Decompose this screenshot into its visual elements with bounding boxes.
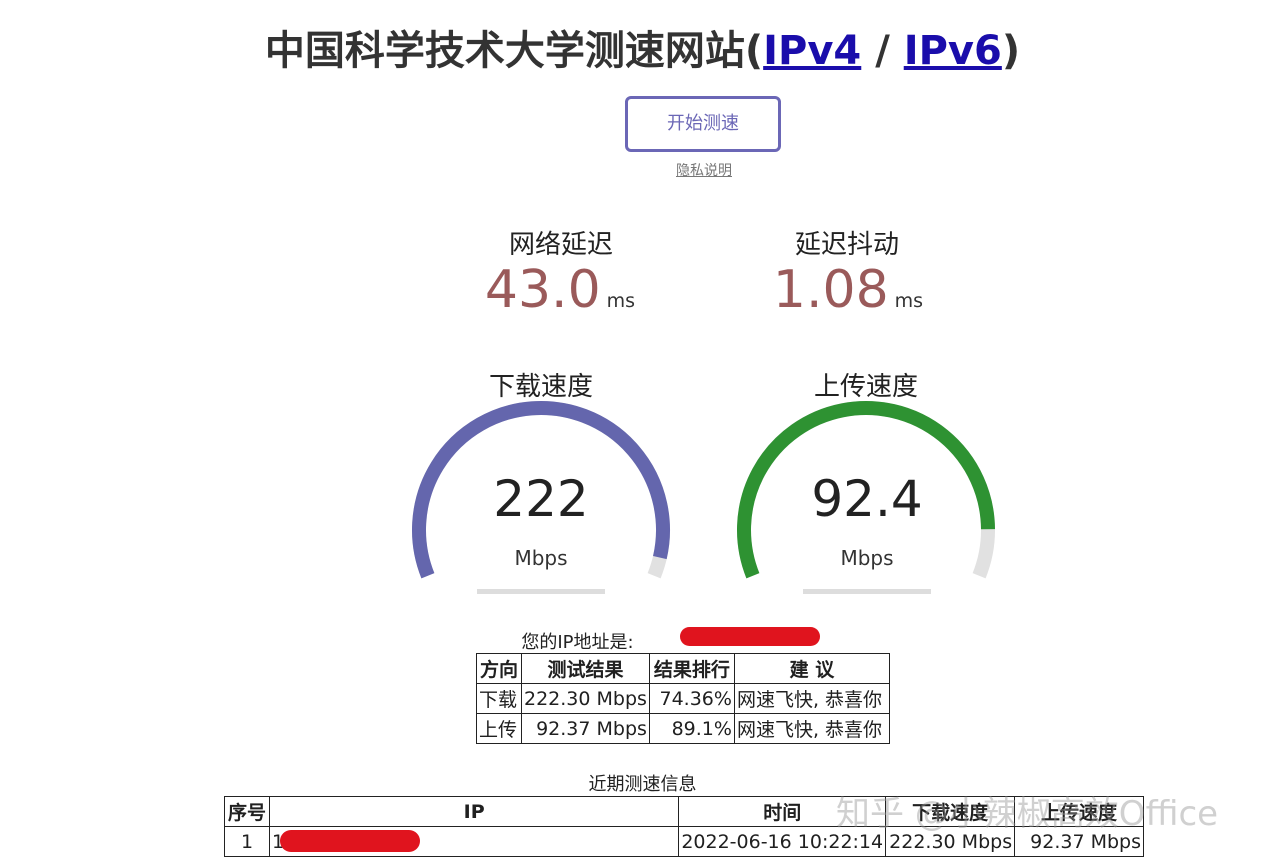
jitter-label: 延迟抖动 [794, 230, 899, 260]
header-upload: 上传速度 [1014, 796, 1144, 827]
ipv6-link[interactable]: IPv6 [904, 28, 1002, 74]
ip-address-line: 您的IP地址是: [0, 628, 1285, 654]
cell-advice: 网速飞快, 恭喜你 [733, 713, 890, 744]
ipv4-link[interactable]: IPv4 [763, 28, 861, 74]
cell-index: 1 [224, 826, 270, 857]
download-label: 下载速度 [488, 372, 593, 402]
header-index: 序号 [224, 796, 270, 827]
download-value: 222 [493, 470, 589, 528]
result-table: 方向 测试结果 结果排行 建 议 下载 222.30 Mbps 74.36% 网… [476, 653, 890, 744]
latency-unit: ms [606, 290, 636, 312]
cell-rank: 74.36% [648, 683, 735, 714]
title-separator: / [861, 28, 904, 74]
title-close: ) [1001, 28, 1021, 74]
latency-number: 43.0 [484, 260, 601, 320]
cell-time: 2022-06-16 10:22:14 [678, 826, 887, 857]
header-download: 下载速度 [885, 796, 1016, 827]
cell-upload: 92.37 Mbps [1014, 826, 1144, 857]
upload-unit: Mbps [840, 546, 894, 570]
result-row-upload: 上传 92.37 Mbps 89.1% 网速飞快, 恭喜你 [476, 713, 890, 744]
cell-direction: 上传 [476, 713, 522, 744]
upload-progress-bar [803, 589, 931, 594]
header-advice: 建 议 [733, 653, 890, 684]
download-progress-bar [477, 589, 605, 594]
title-text: 中国科学技术大学测速网站( [264, 28, 764, 74]
latency-label: 网络延迟 [508, 230, 613, 260]
upload-label: 上传速度 [813, 372, 918, 402]
privacy-link[interactable]: 隐私说明 [640, 160, 768, 180]
cell-result: 222.30 Mbps [521, 683, 650, 714]
cell-rank: 89.1% [648, 713, 735, 744]
latency-value: 43.0 ms [430, 260, 690, 320]
cell-download: 222.30 Mbps [885, 826, 1016, 857]
jitter-number: 1.08 [772, 260, 889, 320]
header-result: 测试结果 [521, 653, 650, 684]
header-rank: 结果排行 [648, 653, 735, 684]
result-row-download: 下载 222.30 Mbps 74.36% 网速飞快, 恭喜你 [476, 683, 890, 714]
redaction-mark [280, 830, 420, 852]
page-title: 中国科学技术大学测速网站(IPv4 / IPv6) [0, 18, 1285, 76]
cell-direction: 下载 [476, 683, 522, 714]
cell-advice: 网速飞快, 恭喜你 [733, 683, 890, 714]
jitter-value: 1.08 ms [718, 260, 978, 320]
header-direction: 方向 [476, 653, 522, 684]
upload-value: 92.4 [811, 470, 923, 528]
start-test-button[interactable]: 开始测速 [625, 96, 781, 152]
ip-prefix: 您的IP地址是: [521, 632, 634, 653]
cell-result: 92.37 Mbps [521, 713, 650, 744]
result-header-row: 方向 测试结果 结果排行 建 议 [476, 653, 890, 684]
recent-title: 近期测速信息 [588, 774, 697, 795]
download-unit: Mbps [514, 546, 568, 570]
header-time: 时间 [678, 796, 887, 827]
header-ip: IP [268, 796, 680, 827]
recent-header-row: 序号 IP 时间 下载速度 上传速度 [224, 796, 1144, 827]
jitter-unit: ms [894, 290, 924, 312]
redaction-mark [680, 627, 820, 646]
